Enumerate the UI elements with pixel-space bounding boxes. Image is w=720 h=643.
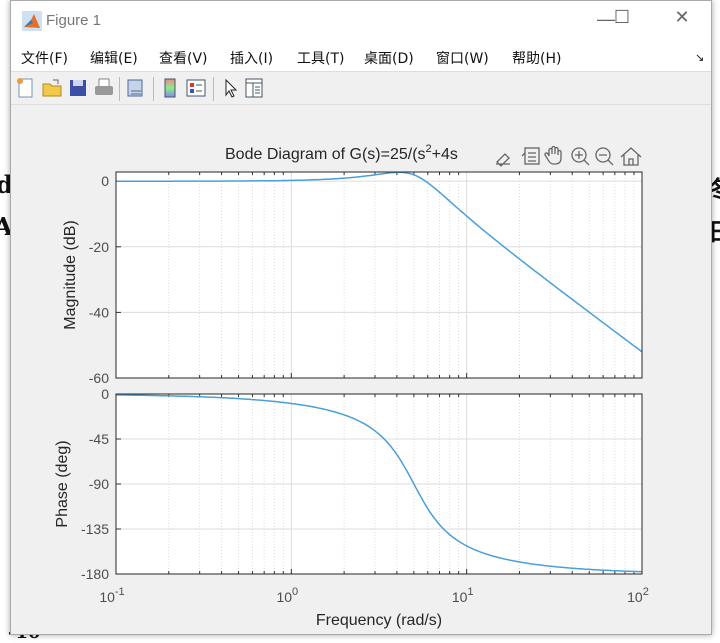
magnitude-ylabel: Magnitude (dB) [62, 220, 79, 329]
y-tick-label: -135 [81, 521, 109, 537]
x-tick-label: 101 [452, 586, 474, 605]
data-tip-icon[interactable] [521, 147, 540, 165]
y-tick-label: -180 [81, 566, 109, 582]
y-tick-label: 0 [101, 173, 109, 189]
x-tick-label: 102 [627, 586, 649, 605]
magnitude-axes: 0 -20 -40 -60 [89, 171, 643, 386]
plot-area [116, 172, 642, 378]
zoom-out-icon[interactable] [595, 147, 614, 166]
y-tick-label: -40 [89, 304, 109, 320]
y-tick-label: -90 [89, 476, 109, 492]
brush-icon[interactable] [496, 153, 510, 167]
x-tick-label: 100 [276, 586, 298, 605]
y-tick-label: 0 [101, 386, 109, 402]
y-tick-label: -45 [89, 431, 109, 447]
chart-title: Bode Diagram of G(s)=25/(s2+4s [225, 143, 458, 163]
pan-icon[interactable] [544, 145, 562, 165]
bode-plot: 0-20-40-60 10-1 100 101 1020-45-90-135-180 … [54, 143, 649, 629]
phase-axes: 10-1 100 101 102 0 -45 -90 -135 -180 [81, 386, 649, 605]
phase-ylabel: Phase (deg) [54, 440, 71, 527]
home-icon[interactable] [620, 147, 642, 166]
x-tick-label: 10-1 [99, 586, 124, 605]
zoom-in-icon[interactable] [571, 147, 590, 166]
y-tick-label: -60 [89, 370, 109, 386]
frequency-xlabel: Frequency (rad/s) [316, 612, 442, 629]
axes-toolbar [496, 145, 642, 167]
y-tick-label: -20 [89, 239, 109, 255]
